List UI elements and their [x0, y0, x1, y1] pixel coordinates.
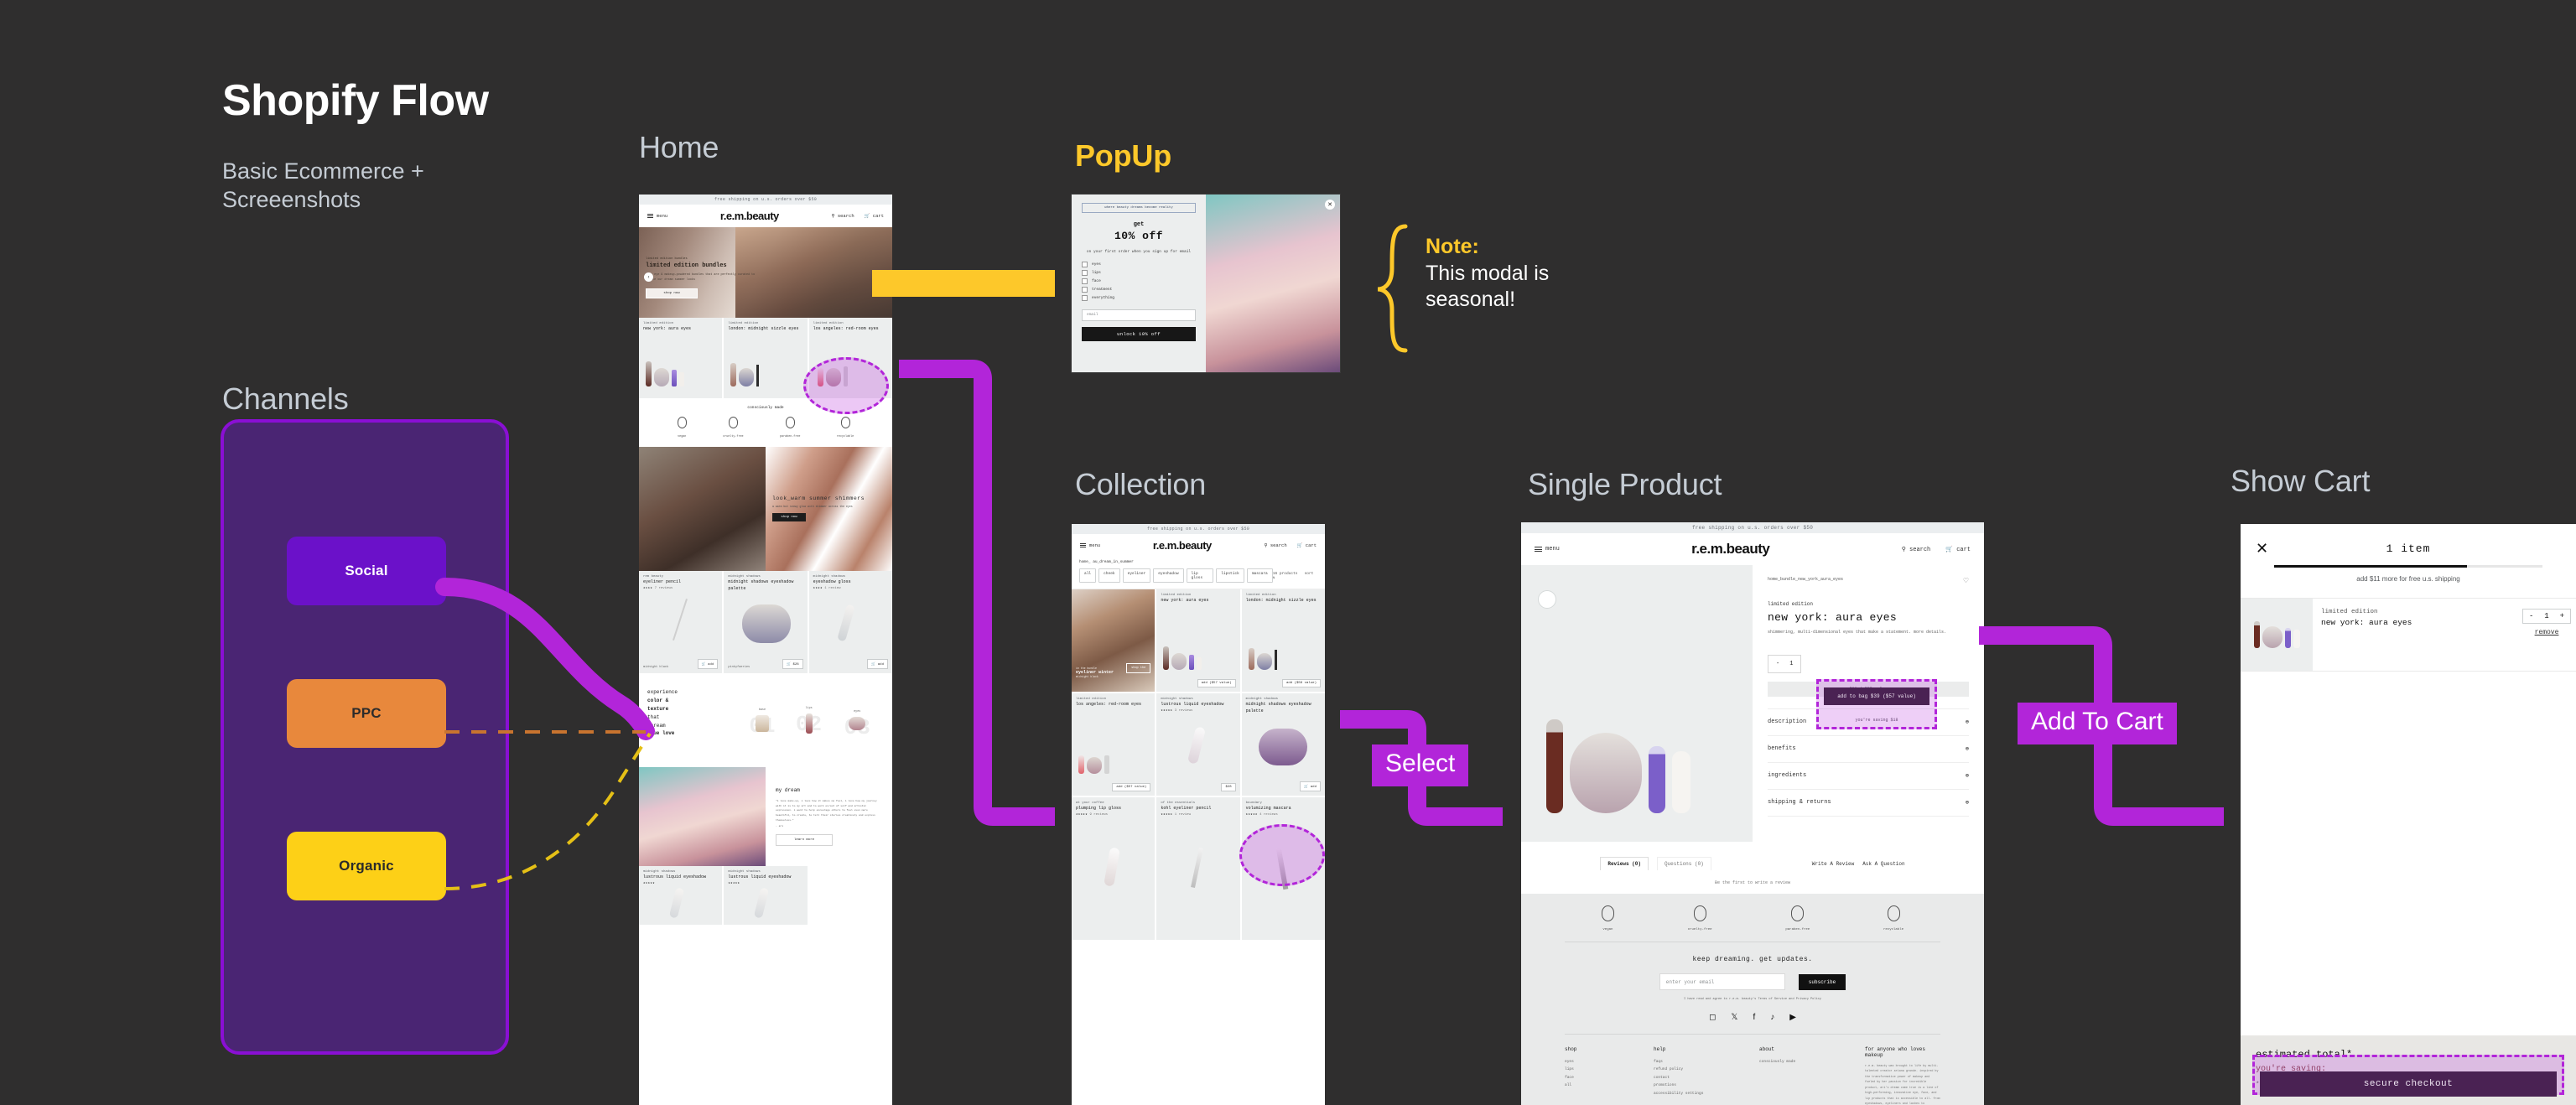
highlight-home-product [803, 357, 889, 414]
connector-social [435, 578, 655, 740]
highlight-add-to-bag: add to bag $39 ($57 value) you're saving… [1816, 679, 1937, 729]
connectors-layer [435, 224, 2224, 890]
badge-select: Select [1372, 744, 1469, 786]
connector-organic [444, 732, 652, 890]
saving-text: you're saving $18 [1855, 718, 1898, 723]
highlight-collection-product [1239, 824, 1325, 886]
close-icon[interactable]: ✕ [1325, 200, 1335, 210]
note-label: Note: [1426, 235, 1479, 258]
connector-home-collection [899, 360, 1055, 826]
highlight-secure-checkout: secure checkout [2252, 1055, 2564, 1097]
secure-checkout-button[interactable]: secure checkout [2260, 1071, 2557, 1097]
note-text: This modal is seasonal! [1426, 262, 1550, 311]
badge-add-to-cart: Add To Cart [2018, 703, 2177, 744]
note-brace [1377, 224, 1408, 353]
add-to-bag-button[interactable]: add to bag $39 ($57 value) [1824, 687, 1929, 705]
note-callout: Note: This modal is seasonal! [1426, 235, 1644, 312]
